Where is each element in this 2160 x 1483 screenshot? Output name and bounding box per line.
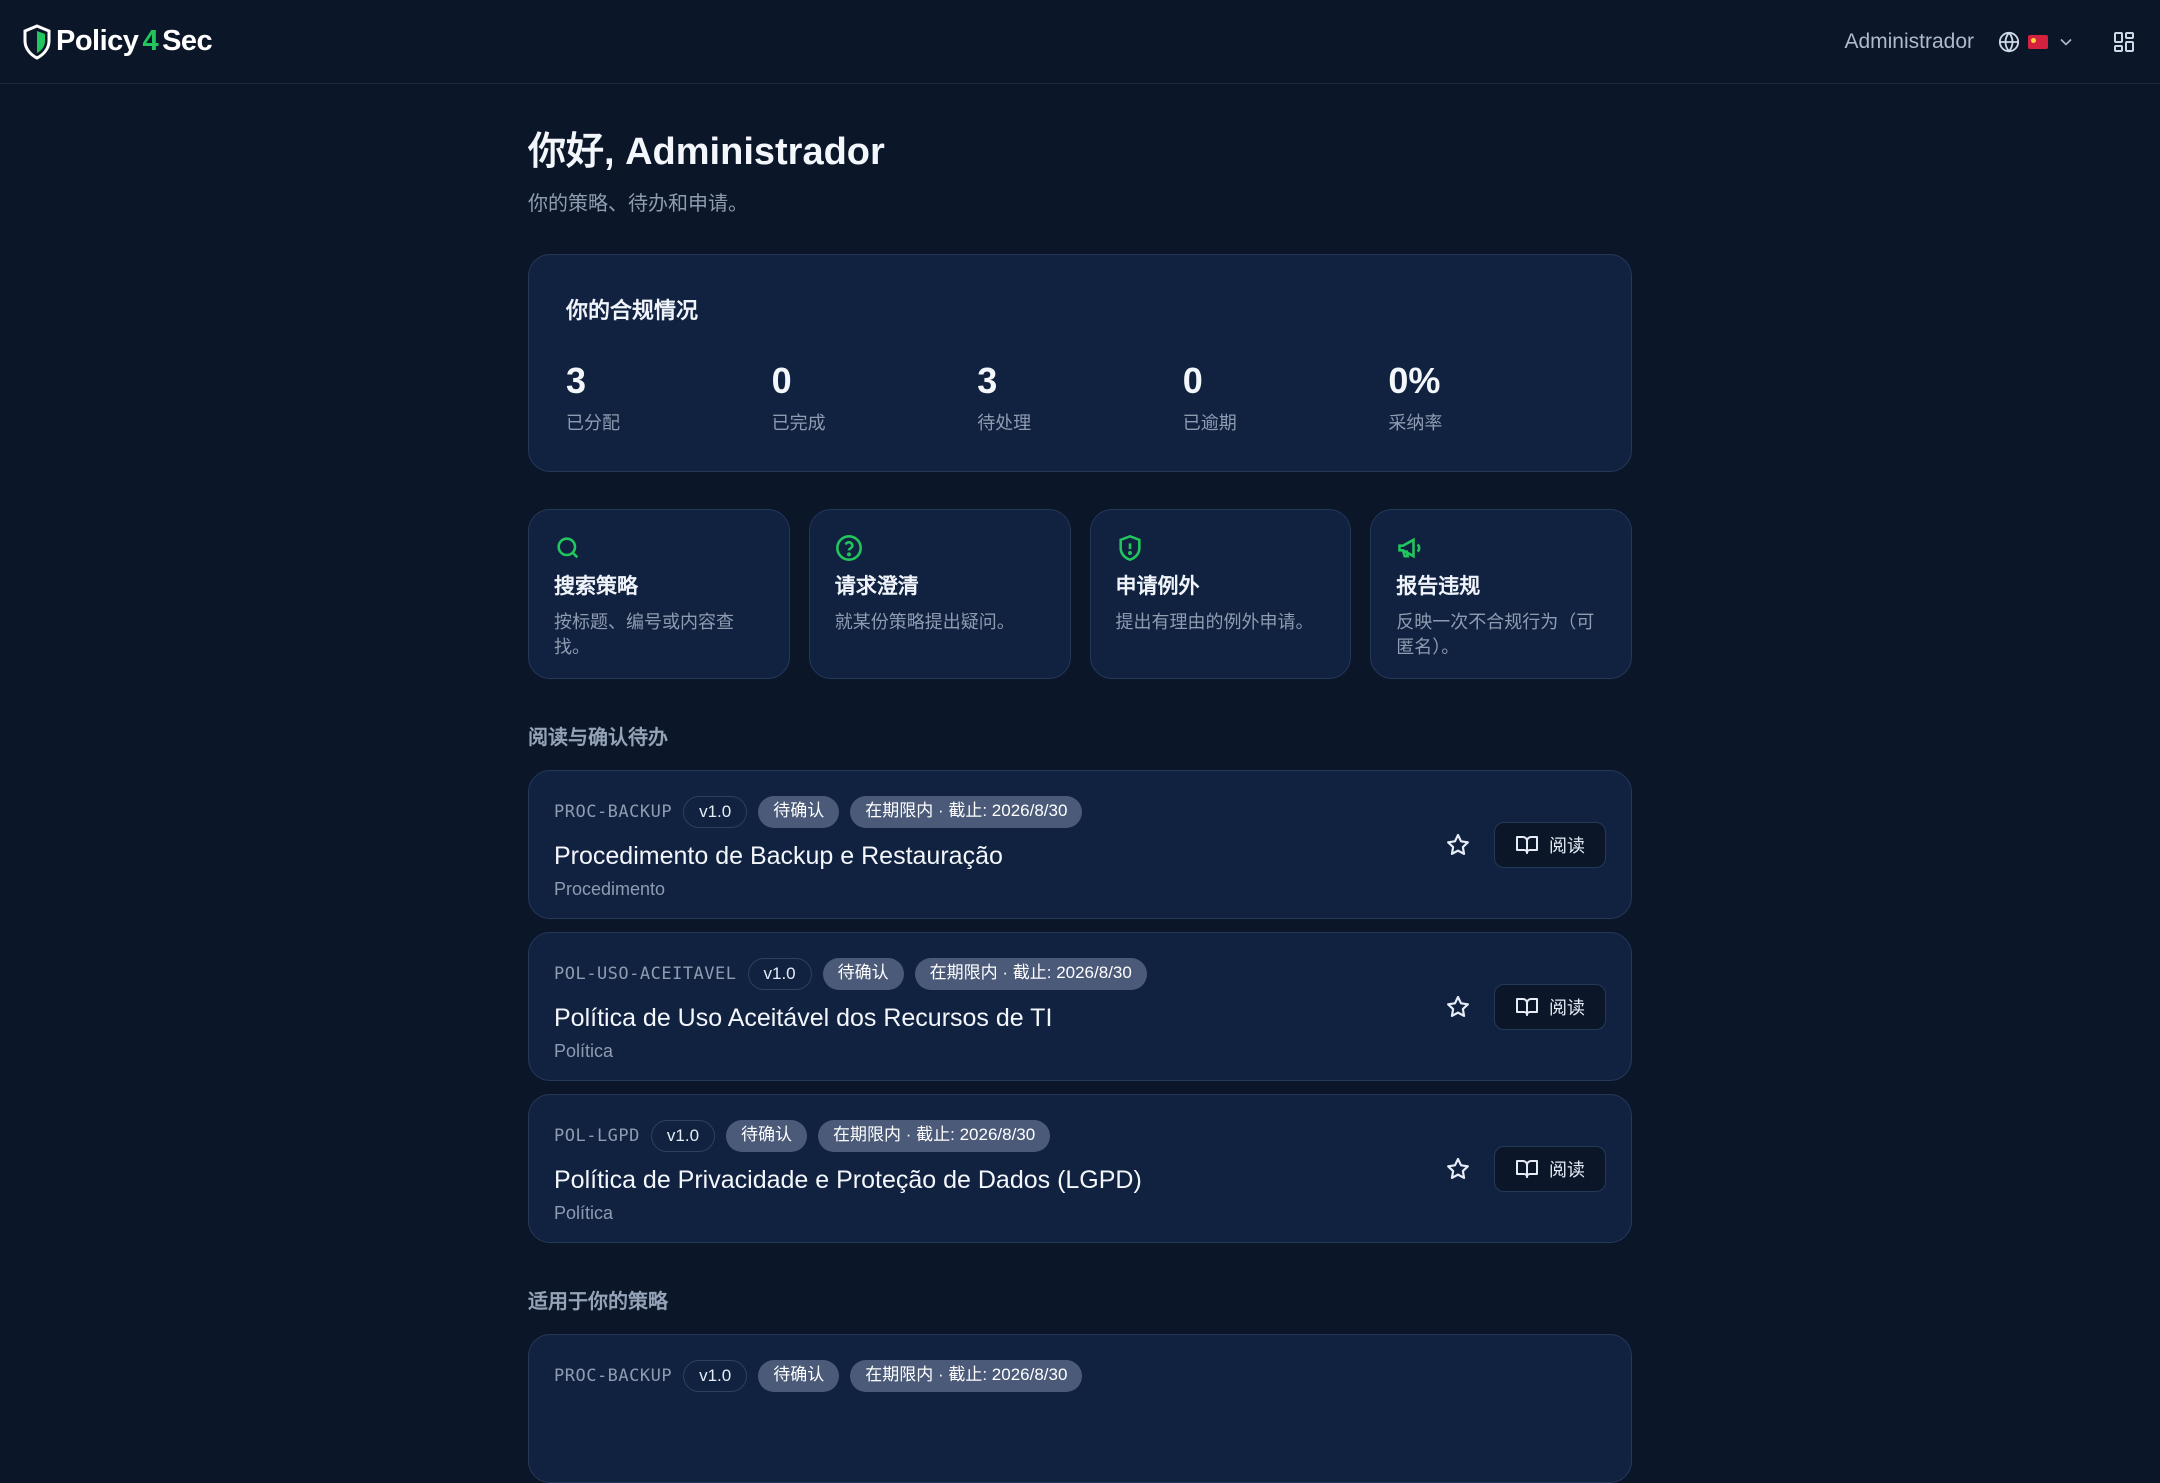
policy-row[interactable]: POL-LGPD v1.0 待确认 在期限内 · 截止: 2026/8/30 P… <box>528 1094 1632 1243</box>
china-flag-icon <box>2028 34 2048 49</box>
stat-overdue: 0 已逾期 <box>1183 363 1389 435</box>
due-badge: 在期限内 · 截止: 2026/8/30 <box>850 796 1083 828</box>
open-book-icon <box>1516 997 1538 1016</box>
stat-value: 0% <box>1388 360 1441 401</box>
status-badge: 待确认 <box>822 958 904 990</box>
action-description: 就某份策略提出疑问。 <box>834 612 1015 632</box>
read-button[interactable]: 阅读 <box>1494 821 1606 868</box>
status-badge: 待确认 <box>758 796 840 828</box>
stat-completed: 0 已完成 <box>772 363 978 435</box>
star-icon <box>1447 833 1469 855</box>
page-title: 你好, Administrador <box>528 131 885 173</box>
due-badge: 在期限内 · 截止: 2026/8/30 <box>850 1360 1083 1392</box>
main-content: 你好, Administrador 你的策略、待办和申请。 你的合规情况 3 已… <box>528 84 1632 1483</box>
stat-assigned: 3 已分配 <box>566 363 772 435</box>
action-report-violation[interactable]: 报告违规 反映一次不合规行为（可匿名）。 <box>1370 509 1632 679</box>
open-book-icon <box>1516 835 1538 854</box>
due-badge: 在期限内 · 截止: 2026/8/30 <box>818 1120 1051 1152</box>
favorite-button[interactable] <box>1436 823 1480 867</box>
read-button-label: 阅读 <box>1549 1159 1585 1180</box>
quick-actions: 搜索策略 按标题、编号或内容查找。 请求澄清 就某份策略提出疑问。 申请例外 提… <box>528 509 1632 679</box>
globe-icon <box>1998 31 2020 53</box>
action-search-policies[interactable]: 搜索策略 按标题、编号或内容查找。 <box>528 509 790 679</box>
stat-value: 3 <box>566 360 587 401</box>
stat-label: 已分配 <box>566 413 620 433</box>
brand-logo[interactable]: Policy 4 Sec <box>22 23 213 60</box>
pending-policy-list: PROC-BACKUP v1.0 待确认 在期限内 · 截止: 2026/8/3… <box>528 770 1632 1243</box>
action-request-clarification[interactable]: 请求澄清 就某份策略提出疑问。 <box>808 509 1071 679</box>
brand-name-part: Sec <box>162 25 213 57</box>
version-badge: v1.0 <box>747 958 812 990</box>
star-icon <box>1447 1157 1469 1179</box>
favorite-button[interactable] <box>1436 1147 1480 1191</box>
favorite-button[interactable] <box>1436 985 1480 1029</box>
read-button-label: 阅读 <box>1549 835 1585 856</box>
compliance-stats: 3 已分配 0 已完成 3 待处理 0 已逾期 0% 采纳率 <box>566 363 1594 435</box>
megaphone-icon <box>1398 537 1421 559</box>
stat-value: 0 <box>771 360 792 401</box>
policy-row[interactable]: PROC-BACKUP v1.0 待确认 在期限内 · 截止: 2026/8/3… <box>528 1334 1632 1483</box>
policy-type: Procedimento <box>554 879 666 899</box>
policy-row[interactable]: POL-USO-ACEITAVEL v1.0 待确认 在期限内 · 截止: 20… <box>528 932 1632 1081</box>
read-button[interactable]: 阅读 <box>1494 1145 1606 1192</box>
applicable-policy-list: PROC-BACKUP v1.0 待确认 在期限内 · 截止: 2026/8/3… <box>528 1334 1632 1483</box>
shield-logo-icon <box>23 23 51 60</box>
compliance-title: 你的合规情况 <box>566 298 699 323</box>
stat-label: 采纳率 <box>1388 413 1443 433</box>
section-title-pending: 阅读与确认待办 <box>528 727 668 749</box>
compliance-summary-card: 你的合规情况 3 已分配 0 已完成 3 待处理 0 已逾期 0% 采纳率 <box>528 254 1632 472</box>
policy-type: Política <box>554 1203 614 1223</box>
status-badge: 待确认 <box>726 1120 808 1152</box>
brand-bolt: 4 <box>142 25 159 57</box>
stat-label: 已完成 <box>771 413 826 433</box>
star-icon <box>1447 995 1469 1017</box>
stat-label: 已逾期 <box>1182 413 1237 433</box>
stat-pending: 3 待处理 <box>977 363 1183 435</box>
section-title-applicable: 适用于你的策略 <box>528 1291 668 1313</box>
question-circle-icon <box>835 535 862 561</box>
policy-type: Política <box>554 1041 614 1061</box>
chevron-down-icon <box>2060 38 2072 46</box>
policy-code: PROC-BACKUP <box>554 1366 673 1386</box>
read-button[interactable]: 阅读 <box>1494 983 1606 1030</box>
action-title: 请求澄清 <box>834 575 919 598</box>
language-selector[interactable] <box>1998 31 2076 53</box>
stat-value: 3 <box>977 360 998 401</box>
action-request-exception[interactable]: 申请例外 提出有理由的例外申请。 <box>1089 509 1352 679</box>
action-title: 搜索策略 <box>554 575 638 598</box>
user-name[interactable]: Administrador <box>1844 30 1974 54</box>
stat-value: 0 <box>1182 360 1203 401</box>
read-button-label: 阅读 <box>1549 997 1585 1018</box>
brand-name-part: Policy <box>56 25 139 57</box>
version-badge: v1.0 <box>683 1360 748 1392</box>
policy-code: POL-USO-ACEITAVEL <box>554 964 737 984</box>
policy-code: POL-LGPD <box>554 1126 640 1146</box>
apps-grid-button[interactable] <box>2112 30 2136 54</box>
policy-row[interactable]: PROC-BACKUP v1.0 待确认 在期限内 · 截止: 2026/8/3… <box>528 770 1632 919</box>
action-description: 按标题、编号或内容查找。 <box>554 612 734 658</box>
shield-alert-icon <box>1118 534 1141 562</box>
page-subtitle: 你的策略、待办和申请。 <box>528 193 748 215</box>
search-icon <box>557 537 579 559</box>
open-book-icon <box>1516 1159 1538 1178</box>
version-badge: v1.0 <box>683 796 748 828</box>
top-bar: Policy 4 Sec Administrador <box>0 0 2160 84</box>
action-description: 反映一次不合规行为（可匿名）。 <box>1396 612 1595 658</box>
due-badge: 在期限内 · 截止: 2026/8/30 <box>914 958 1147 990</box>
policy-code: PROC-BACKUP <box>554 802 673 822</box>
status-badge: 待确认 <box>758 1360 840 1392</box>
stat-adoption-rate: 0% 采纳率 <box>1388 363 1594 435</box>
stat-label: 待处理 <box>977 413 1032 433</box>
grid-icon <box>2114 31 2134 52</box>
action-title: 报告违规 <box>1396 575 1481 598</box>
action-description: 提出有理由的例外申请。 <box>1115 612 1314 632</box>
action-title: 申请例外 <box>1115 575 1200 598</box>
version-badge: v1.0 <box>650 1120 716 1152</box>
